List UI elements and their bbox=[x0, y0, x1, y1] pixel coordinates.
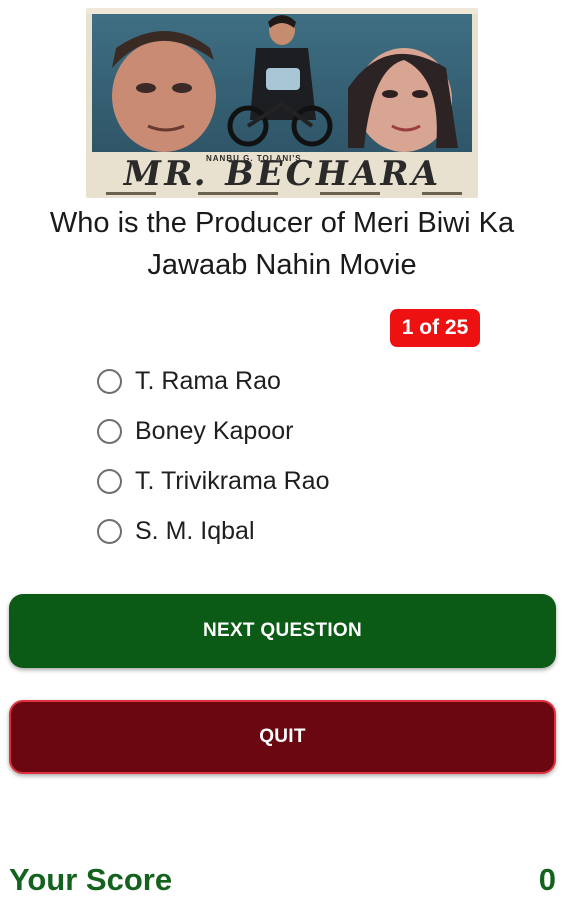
next-question-button[interactable]: NEXT QUESTION bbox=[9, 594, 556, 668]
answer-option[interactable]: T. Rama Rao bbox=[94, 356, 329, 406]
question-text: Who is the Producer of Meri Biwi Ka Jawa… bbox=[49, 207, 515, 281]
answer-option-label: T. Rama Rao bbox=[135, 366, 281, 395]
answer-option-label: T. Trivikrama Rao bbox=[135, 466, 330, 495]
radio-button-icon[interactable] bbox=[97, 418, 122, 444]
answer-options: T. Rama Rao Boney Kapoor T. Trivikrama R… bbox=[94, 356, 329, 556]
movie-poster-image: NANBU G. TOLANI'S MR. BECHARA bbox=[86, 8, 478, 198]
answer-option-label: S. M. Iqbal bbox=[135, 516, 255, 545]
radio-button-icon[interactable] bbox=[97, 368, 122, 394]
answer-option[interactable]: S. M. Iqbal bbox=[94, 506, 329, 556]
answer-option[interactable]: Boney Kapoor bbox=[94, 406, 329, 456]
radio-button-icon[interactable] bbox=[97, 518, 122, 544]
poster-credits bbox=[106, 190, 462, 196]
answer-option[interactable]: T. Trivikrama Rao bbox=[94, 456, 329, 506]
score-value: 0 bbox=[538, 862, 556, 897]
question-counter-badge: 1 of 25 bbox=[390, 309, 480, 347]
radio-button-icon[interactable] bbox=[97, 468, 122, 494]
score-label: Your Score bbox=[9, 862, 173, 897]
quit-button[interactable]: QUIT bbox=[9, 700, 556, 774]
answer-option-label: Boney Kapoor bbox=[135, 416, 294, 445]
poster-title: MR. BECHARA bbox=[119, 154, 445, 194]
